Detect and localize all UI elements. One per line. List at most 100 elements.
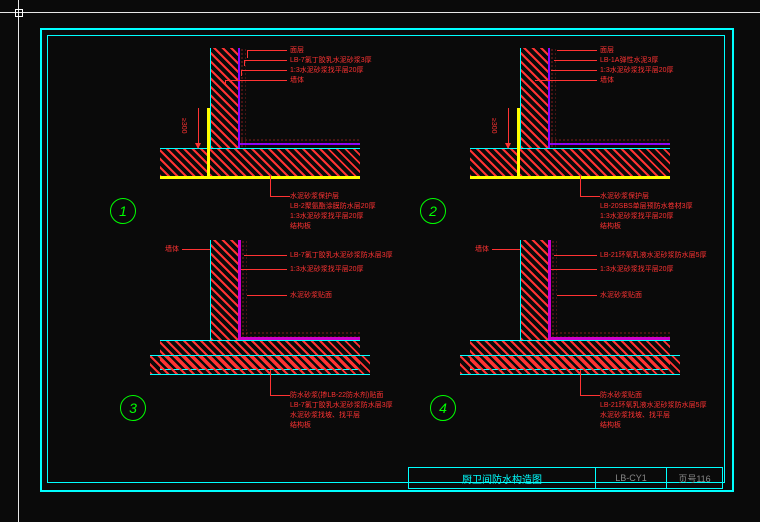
leader [557, 295, 597, 296]
note-text: 1:3水泥砂浆找平层20厚 [290, 66, 364, 75]
leader [241, 269, 287, 270]
leader [551, 70, 597, 71]
waterproof-membrane-h [160, 176, 360, 179]
leader [270, 395, 290, 396]
detail-number-circle: 3 [120, 395, 146, 421]
note-text: 墙体 [600, 76, 614, 85]
detail-number-circle: 4 [430, 395, 456, 421]
leader [580, 395, 600, 396]
detail-number-circle: 1 [110, 198, 136, 224]
note-text: 水泥砂浆贴面 [600, 291, 642, 300]
leader [270, 370, 271, 395]
floor-slab [160, 148, 360, 178]
note-text: 1:3水泥砂浆找平层20厚 [600, 265, 674, 274]
detail-1: 面层 LB-7氯丁胶乳水泥砂浆3厚 1:3水泥砂浆找平层20厚 墙体 ≥300 … [110, 48, 410, 248]
note-text: 防水砂浆贴面 [600, 391, 642, 400]
note-text: LB-7氯丁胶乳水泥砂浆防水层3厚 [290, 251, 393, 260]
crosshair-vertical [18, 0, 19, 522]
leader [241, 70, 287, 71]
note-text: LB-21环氧乳液水泥砂浆防水层5厚 [600, 251, 707, 260]
floor-slab-lower [150, 355, 370, 375]
leader [557, 50, 597, 51]
wall-section [210, 48, 240, 148]
leader [492, 249, 520, 250]
arrow-icon [505, 143, 511, 149]
note-text: LB-7氯丁胶乳水泥砂浆防水层3厚 [290, 401, 393, 410]
leader [580, 176, 581, 196]
detail-number: 4 [439, 400, 447, 416]
note-text: 1:3水泥砂浆找平层20厚 [600, 66, 674, 75]
note-text: 1:3水泥砂浆找平层20厚 [290, 212, 364, 221]
note-text: 水泥砂浆找坡、找平层 [290, 411, 360, 420]
mortar-layer-h [550, 138, 670, 144]
leader [580, 370, 581, 395]
wall-label: 墙体 [475, 245, 489, 254]
leader [554, 255, 597, 256]
dim-line [508, 108, 509, 148]
note-text: LB-1A弹性水泥3厚 [600, 56, 658, 65]
note-text: 水泥砂浆保护层 [600, 192, 649, 201]
note-text: 结构板 [600, 222, 621, 231]
leader [270, 176, 271, 196]
mortar [241, 331, 360, 337]
leader [247, 50, 248, 58]
detail-number: 2 [429, 203, 437, 219]
note-text: LB-7氯丁胶乳水泥砂浆3厚 [290, 56, 372, 65]
leader [225, 80, 287, 81]
note-text: 防水砂浆(掺LB-22防水剂)贴面 [290, 391, 383, 400]
detail-2: 面层 LB-1A弹性水泥3厚 1:3水泥砂浆找平层20厚 墙体 ≥300 水泥砂… [420, 48, 720, 248]
crosshair-horizontal [0, 12, 760, 13]
waterproof-membrane-v [207, 108, 210, 178]
wall-label: 墙体 [165, 245, 179, 254]
leader [580, 196, 600, 197]
mortar-layer-h [240, 138, 360, 144]
title-block: 厨卫间防水构造图 LB-CY1 页号116 [408, 467, 723, 489]
drawing-title: 厨卫间防水构造图 [408, 467, 596, 489]
waterproof-inner-h [238, 337, 360, 340]
leader [244, 255, 287, 256]
note-text: 结构板 [600, 421, 621, 430]
note-text: LB-20SBS单层预防水卷材3厚 [600, 202, 693, 211]
detail-number-circle: 2 [420, 198, 446, 224]
floor-slab-lower [460, 355, 680, 375]
detail-number: 3 [129, 400, 137, 416]
note-text: 水泥砂浆贴面 [290, 291, 332, 300]
waterproof-membrane-v [517, 108, 520, 178]
detail-number: 1 [119, 203, 127, 219]
note-text: 水泥砂浆找坡、找平层 [600, 411, 670, 420]
drawing-code: LB-CY1 [596, 467, 667, 489]
leader [270, 196, 290, 197]
cad-viewport[interactable]: 面层 LB-7氯丁胶乳水泥砂浆3厚 1:3水泥砂浆找平层20厚 墙体 ≥300 … [0, 0, 760, 522]
detail-4: 墙体 LB-21环氧乳液水泥砂浆防水层5厚 1:3水泥砂浆找平层20厚 水泥砂浆… [420, 255, 720, 455]
leader [535, 80, 597, 81]
note-text: 1:3水泥砂浆找平层20厚 [600, 212, 674, 221]
cursor-pickbox [15, 9, 23, 17]
dimension-label: ≥300 [490, 118, 497, 134]
dim-line [198, 108, 199, 148]
leader [551, 269, 597, 270]
mortar-layer [550, 48, 556, 148]
note-text: LB-21环氧乳液水泥砂浆防水层5厚 [600, 401, 707, 410]
note-text: 结构板 [290, 222, 311, 231]
note-text: LB-2聚氨酯涂膜防水层20厚 [290, 202, 376, 211]
note-text: 结构板 [290, 421, 311, 430]
mortar [551, 331, 670, 337]
leader [244, 60, 287, 61]
leader [182, 249, 210, 250]
note-text: 1:3水泥砂浆找平层20厚 [290, 265, 364, 274]
mortar-layer [240, 48, 246, 148]
wall-section [520, 48, 550, 148]
page-number: 页号116 [667, 467, 723, 489]
note-text: 墙体 [290, 76, 304, 85]
dimension-label: ≥300 [180, 118, 187, 134]
detail-3: 墙体 LB-7氯丁胶乳水泥砂浆防水层3厚 1:3水泥砂浆找平层20厚 水泥砂浆贴… [110, 255, 410, 455]
waterproof-membrane-h [470, 176, 670, 179]
wall-section [520, 240, 550, 340]
waterproof-inner-h [548, 337, 670, 340]
note-text: 水泥砂浆保护层 [290, 192, 339, 201]
leader [247, 50, 287, 51]
arrow-icon [195, 143, 201, 149]
floor-slab [470, 148, 670, 178]
leader [247, 295, 287, 296]
leader [554, 60, 597, 61]
